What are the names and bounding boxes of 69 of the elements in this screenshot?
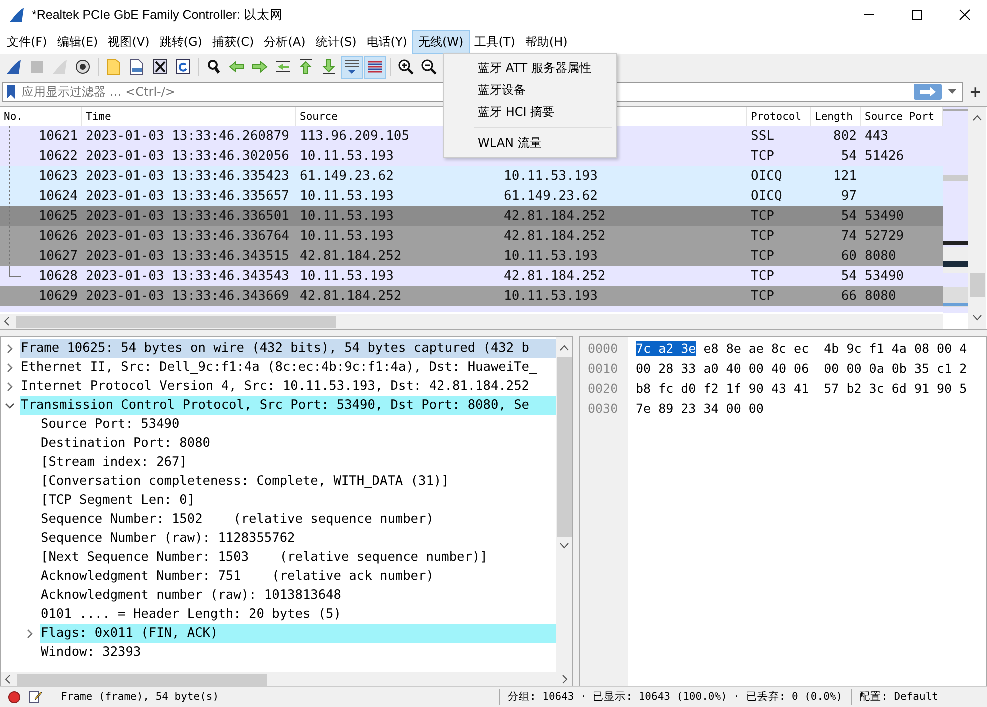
table-cell-text: TCP: [750, 148, 776, 164]
table-cell: 10628: [38, 268, 78, 284]
table-cell-text: SSL: [750, 128, 776, 144]
table-cell: 10621: [38, 128, 78, 144]
table-cell: 10.11.53.193: [504, 248, 598, 264]
table-cell-text: 42.81.184.252: [299, 248, 403, 264]
offset-label: 0010: [587, 360, 620, 378]
table-cell: 10627: [38, 248, 78, 264]
table-cell-text: OICQ: [750, 188, 784, 204]
table-cell: 10626: [38, 228, 78, 244]
table-cell-text: 121: [832, 168, 858, 184]
table-cell-text: 2023-01-03 13:33:46.260879: [85, 128, 290, 144]
table-cell-text: 42.81.184.252: [299, 288, 403, 304]
table-cell-text: 97: [840, 188, 858, 204]
table-cell: 8080: [865, 288, 896, 304]
table-cell-text: 10.11.53.193: [299, 148, 395, 164]
table-cell: 10.11.53.193: [504, 168, 598, 184]
table-cell-text: 10.11.53.193: [299, 228, 395, 244]
packet-counts: 分组: 10643 · 已显示: 10643 (100.0%) · 已丢弃: 0 (0.0%): [508, 690, 843, 704]
table-cell-text: 802: [832, 128, 858, 144]
table-cell-text: 54: [840, 208, 858, 224]
table-cell: 53490: [865, 268, 904, 284]
table-cell-text: 54: [840, 148, 858, 164]
table-cell-text: 2023-01-03 13:33:46.343515: [85, 248, 290, 264]
table-cell-text: 2023-01-03 13:33:46.335423: [85, 168, 290, 184]
table-cell-text: TCP: [750, 268, 776, 284]
table-cell-text: 2023-01-03 13:33:46.336501: [85, 208, 290, 224]
hex-bytes: e8 8e ae 8c ec 4b 9c f1 4a 08 00 4: [702, 341, 968, 356]
offset-label: 0020: [587, 380, 620, 398]
table-cell-text: OICQ: [750, 168, 784, 184]
table-cell: 51426: [865, 148, 904, 164]
table-cell: 10622: [38, 148, 78, 164]
table-cell: 10623: [38, 168, 78, 184]
table-cell-text: 10.11.53.193: [299, 188, 395, 204]
table-cell-text: TCP: [750, 248, 776, 264]
hex-bytes: 00 28 33 a0 40 00 40 06 00 00 0a 0b 35 c1 2: [636, 361, 968, 376]
table-cell: 8080: [865, 248, 896, 264]
table-cell: 10625: [38, 208, 78, 224]
table-cell: 10629: [38, 288, 78, 304]
table-cell-text: 2023-01-03 13:33:46.343669: [85, 288, 290, 304]
table-cell-text: 54: [840, 268, 858, 284]
table-cell-text: 74: [840, 228, 858, 244]
table-cell-text: 61.149.23.62: [299, 168, 395, 184]
table-cell-text: 2023-01-03 13:33:46.335657: [85, 188, 290, 204]
hex-bytes: b8 fc d0 f2 1f 90 43 41 57 b2 3c 6d 91 90 5: [636, 381, 968, 396]
table-cell-text: 10.11.53.193: [299, 208, 395, 224]
status-text: Frame (frame), 54 byte(s): [61, 691, 220, 703]
table-cell-text: 2023-01-03 13:33:46.336764: [85, 228, 290, 244]
table-cell-text: 2023-01-03 13:33:46.302056: [85, 148, 290, 164]
table-cell: 52729: [865, 228, 904, 244]
table-cell-text: TCP: [750, 208, 776, 224]
offset-label: 0030: [587, 400, 620, 418]
table-cell-text: 66: [840, 288, 858, 304]
table-cell: 10624: [38, 188, 78, 204]
table-cell: 10.11.53.193: [504, 288, 598, 304]
table-cell-text: 2023-01-03 13:33:46.343543: [85, 268, 290, 284]
table-cell-text: TCP: [750, 228, 776, 244]
offset-label: 0000: [587, 340, 620, 358]
table-cell: 61.149.23.62: [504, 188, 598, 204]
window-title: *Realtek PCIe GbE Family Controller: 以太网: [32, 6, 283, 24]
table-cell: 42.81.184.252: [504, 228, 606, 244]
table-cell-text: 10.11.53.193: [299, 268, 395, 284]
table-cell: 42.81.184.252: [504, 268, 606, 284]
table-cell: 443: [865, 128, 888, 144]
table-cell: 53490: [865, 208, 904, 224]
table-cell: 42.81.184.252: [504, 208, 606, 224]
hex-bytes: 7e 89 23 34 00 00: [636, 401, 764, 416]
table-cell-text: TCP: [750, 288, 776, 304]
table-cell-text: 60: [840, 248, 858, 264]
